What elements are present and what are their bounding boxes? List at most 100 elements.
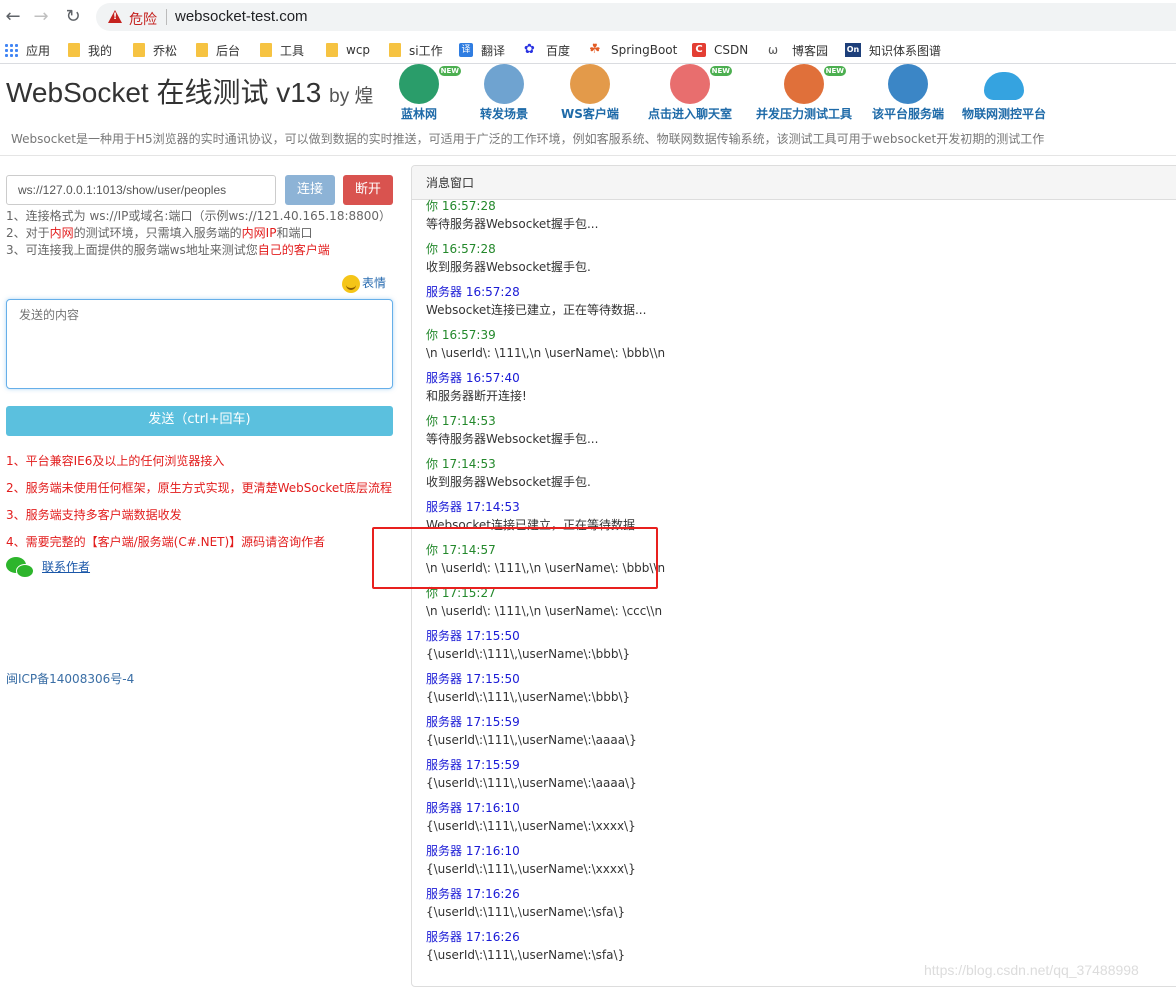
sender-you: 你 17:14:53 [426,414,496,428]
nav-stress-test[interactable]: NEW 并发压力测试工具 [754,64,854,122]
message-input[interactable] [6,299,393,389]
feature-item: 2、服务端未使用任何框架，原生方式实现，更清楚WebSocket底层流程 [6,481,392,495]
connect-button[interactable]: 连接 [285,175,335,205]
message-text: {\userId\:\111\,\userName\:\aaaa\} [426,733,637,747]
on-logo-icon: On [845,43,861,57]
feature-list: 1、平台兼容IE6及以上的任何浏览器接入 2、服务端未使用任何框架，原生方式实现… [6,448,392,556]
security-label: 危险 [129,12,157,28]
message-item: 你 16:57:28 收到服务器Websocket握手包. [426,241,1166,284]
bookmark-label: 我的 [88,43,113,58]
sender-server: 服务器 17:16:10 [426,801,520,815]
bookmark-baidu[interactable]: ✿ 百度 [524,41,570,59]
sender-server: 服务器 17:15:50 [426,629,520,643]
page-title: WebSocket 在线测试 v13 by 煌 [6,71,374,111]
nav-forward[interactable]: 转发场景 [478,64,530,122]
message-item: 你 17:14:53 等待服务器Websocket握手包... [426,413,1166,456]
bookmark-csdn[interactable]: C CSDN [692,41,748,59]
send-button[interactable]: 发送（ctrl+回车) [6,406,393,436]
nav-label: 物联网测控平台 [961,107,1046,121]
sender-you: 你 16:57:28 [426,199,496,213]
csdn-logo-icon: C [692,43,706,57]
tip-highlight: 内网 [49,226,74,240]
bookmark-folder[interactable]: 我的 [68,41,112,59]
forward-icon[interactable]: → [30,6,52,28]
bookmark-folder[interactable]: 后台 [196,41,240,59]
translate-icon: 译 [459,43,473,57]
sender-server: 服务器 16:57:28 [426,285,520,299]
bookmark-label: si工作 [409,43,443,58]
bookmark-fanyi[interactable]: 译翻译 [459,41,505,59]
folder-icon [133,43,145,57]
message-item: 服务器 17:15:59 {\userId\:\111\,\userName\:\… [426,757,1166,800]
new-badge: NEW [438,66,461,76]
message-text: \n \userId\: \111\,\n \userName\: \ccc\\… [426,604,663,618]
tip-highlight: 自己的客户端 [257,243,330,257]
site-description: Websocket是一种用于H5浏览器的实时通讯协议，可以做到数据的实时推送，可… [11,132,1045,146]
nav-iot[interactable]: 物联网测控平台 [960,64,1048,122]
disconnect-button[interactable]: 断开 [343,175,393,205]
smiley-icon [342,274,360,293]
tip-line: 1、连接格式为 ws://IP或域名:端口（示例ws://121.40.165.… [6,208,391,225]
message-item: 服务器 17:16:10 {\userId\:\111\,\userName\:\… [426,843,1166,886]
bookmark-label: 乔松 [153,43,178,58]
bookmark-label: 应用 [26,43,51,58]
message-text: \n \userId\: \111\,\n \userName\: \bbb\\… [426,346,666,360]
tip-text: 1、连接格式为 ws://IP或域名:端口（示例ws://121.40.165.… [6,209,392,223]
nav-label: 该平台服务端 [871,107,944,121]
speaker-icon [570,64,610,104]
title-author: by 煌 [329,86,374,107]
cloud-icon [984,72,1024,100]
tip-text: 2、对于 [6,226,50,240]
message-item: 服务器 16:57:28 Websocket连接已建立，正在等待数据... [426,284,1166,327]
tip-line: 3、可连接我上面提供的服务端ws地址来测试您自己的客户端 [6,242,391,259]
people-icon: NEW [670,64,732,104]
sender-server: 服务器 17:15:59 [426,715,520,729]
message-item: 服务器 17:16:10 {\userId\:\111\,\userName\:\… [426,800,1166,843]
emoji-label: 表情 [362,276,387,290]
message-item: 你 17:14:53 收到服务器Websocket握手包. [426,456,1166,499]
message-item: 你 16:57:39 \n \userId\: \111\,\n \userNam… [426,327,1166,370]
url-text[interactable]: websocket-test.com [175,8,308,25]
ws-url-input[interactable] [6,175,276,205]
bookmark-folder[interactable]: 乔松 [133,41,177,59]
nav-server[interactable]: 该平台服务端 [870,64,946,122]
message-item: 你 17:15:27 \n \userId\: \111\,\n \userNam… [426,585,1166,628]
new-badge: NEW [709,66,732,76]
bookmark-label: SpringBoot [611,43,678,57]
contact-author-link[interactable]: 联系作者 [42,558,90,575]
bookmark-knowledge[interactable]: On 知识体系图谱 [845,41,941,59]
icp-license[interactable]: 闽ICP备14008306号-4 [6,670,134,687]
bookmark-cnblogs[interactable]: ω 博客园 [768,41,828,59]
bookmark-apps[interactable]: 应用 [4,41,50,59]
nav-ws-client[interactable]: WS客户端 [560,64,620,122]
address-bar[interactable]: 危险 websocket-test.com [96,3,1176,31]
message-text: {\userId\:\111\,\userName\:\aaaa\} [426,776,637,790]
folder-icon [68,43,80,57]
folder-icon [389,43,401,57]
bookmark-label: 翻译 [481,43,506,58]
bookmark-label: 百度 [546,43,571,58]
sender-server: 服务器 17:15:50 [426,672,520,686]
nav-label: WS客户端 [561,107,619,121]
tip-text: 和端口 [276,226,313,240]
back-icon[interactable]: ← [2,6,24,28]
baidu-paw-icon: ✿ [524,42,535,57]
message-item: 你 16:57:28 等待服务器Websocket握手包... [426,198,1166,241]
message-item: 服务器 16:57:40 和服务器断开连接! [426,370,1166,413]
nav-chatroom[interactable]: NEW 点击进入聊天室 [645,64,735,122]
globe-icon: NEW [399,64,461,104]
bookmark-folder[interactable]: wcp [326,41,370,59]
message-text: 等待服务器Websocket握手包... [426,432,599,446]
reload-icon[interactable]: ↻ [62,6,84,28]
bookmark-springboot[interactable]: ☘ SpringBoot [589,41,677,59]
bookmark-folder[interactable]: 工具 [260,41,304,59]
sender-server: 服务器 17:16:26 [426,930,520,944]
nav-label: 并发压力测试工具 [755,107,852,121]
nav-lanlin[interactable]: NEW 蓝林网 [397,64,461,122]
antenna-icon [484,64,524,104]
bookmark-folder[interactable]: si工作 [389,41,443,59]
emoji-button[interactable]: 表情 [342,274,386,293]
message-text: {\userId\:\111\,\userName\:\xxxx\} [426,819,636,833]
message-text: {\userId\:\111\,\userName\:\bbb\} [426,690,631,704]
connection-tips: 1、连接格式为 ws://IP或域名:端口（示例ws://121.40.165.… [6,208,391,259]
